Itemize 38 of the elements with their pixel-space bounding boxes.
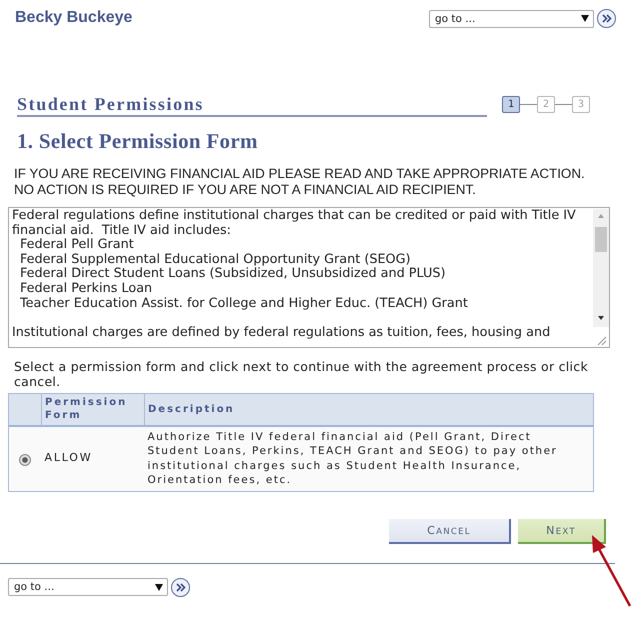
step-indicator: 2 xyxy=(537,96,555,113)
list-item-text: Teacher Education Assist. for College and Higher Educ. (TEACH) Grant xyxy=(19,296,468,312)
caret-icon xyxy=(155,584,163,590)
go-button[interactable] xyxy=(171,578,190,596)
header-cell xyxy=(8,394,42,426)
notice-text: IF YOU ARE RECEIVING FINANCIAL AID PLEASE READ AND TAKE APPROPRIATE ACTION. xyxy=(14,166,585,182)
column-header: Permission Form xyxy=(42,394,144,426)
table-cell: ALLOW xyxy=(44,451,92,464)
list-item-text: Federal Pell Grant xyxy=(19,238,134,253)
double-chevron-icon xyxy=(602,14,612,23)
list-item-text: Federal Perkins Loan xyxy=(19,282,152,297)
table-row[interactable] xyxy=(8,426,594,491)
double-chevron-icon xyxy=(176,582,186,592)
radio-button[interactable] xyxy=(19,454,32,466)
scrollbar[interactable] xyxy=(592,209,608,327)
table-cell-text: Authorize Title IV federal financial aid (Pell Grant, Direct Student Loans, Perkins, TEACH Grant and SEOG) to pay other institutional charges such as Student Health Insurance, Orientation fees, etc. xyxy=(148,430,558,488)
step-connector xyxy=(555,104,572,105)
notice-text: NO ACTION IS REQUIRED IF YOU ARE NOT A FINANCIAL AID RECIPIENT. xyxy=(14,182,476,198)
page-title: Student Permissions xyxy=(17,94,204,115)
caret-icon xyxy=(581,15,589,22)
terms-text-area[interactable] xyxy=(8,207,610,348)
list-item-text: Federal Supplemental Educational Opportunity Grant (SEOG) xyxy=(19,252,411,267)
next-button[interactable]: NEXT xyxy=(518,518,606,544)
goto-dropdown[interactable]: go to ... xyxy=(429,10,594,28)
cancel-button[interactable]: CANCEL xyxy=(389,518,511,544)
step-indicator: 1 xyxy=(502,96,520,113)
paragraph-text: Federal regulations define institutional charges that can be credited or paid with Title IV financial aid. Title IV aid includes: xyxy=(12,209,577,238)
paragraph-text: Institutional charges are defined by federal regulations as tuition, fees, housing and xyxy=(12,326,552,340)
go-button[interactable] xyxy=(597,9,616,28)
annotation-arrow xyxy=(592,535,632,607)
section-heading: 1. Select Permission Form xyxy=(17,129,258,153)
step-connector xyxy=(520,104,537,105)
column-header: Description xyxy=(144,394,594,426)
list-item-text: Federal Direct Student Loans (Subsidized, Unsubsidized and PLUS) xyxy=(19,267,446,282)
instructions-text: Select a permission form and click next to continue with the agreement process or click cancel. xyxy=(14,359,589,389)
goto-dropdown[interactable]: go to ... xyxy=(8,578,168,596)
step-indicator: 3 xyxy=(572,96,590,113)
user-name: Becky Buckeye xyxy=(15,9,132,27)
